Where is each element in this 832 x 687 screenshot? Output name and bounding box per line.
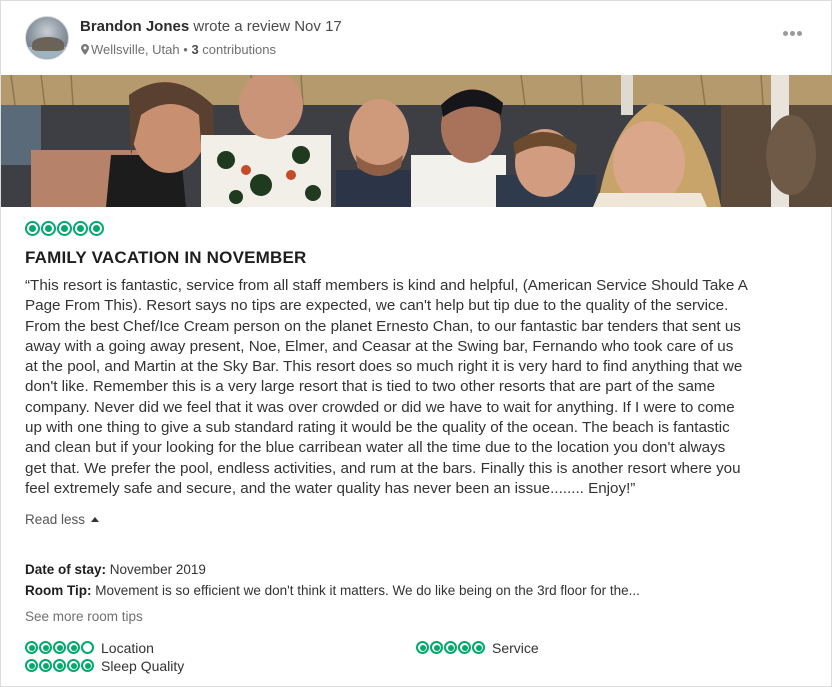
review-photo[interactable] [1, 75, 832, 207]
rating-bubble-filled [67, 659, 80, 672]
rating-bubble-filled [25, 659, 38, 672]
rating-bubble-filled [472, 641, 485, 654]
group-photo-illustration [1, 75, 832, 207]
rating-bubble-filled [458, 641, 471, 654]
review-body-line: away with a going away present, Noe, Elm… [25, 337, 734, 355]
rating-bubble-filled [430, 641, 443, 654]
rating-bubble-filled [53, 641, 66, 654]
review-body-line: and clean but if your looking for the bl… [25, 439, 726, 457]
review-body-line: “This resort is fantastic, service from … [25, 277, 748, 294]
review-body: “This resort is fantastic, service from … [25, 276, 825, 499]
rating-bubble-filled [41, 221, 56, 236]
contributions-count: 3 [191, 42, 199, 57]
review-title[interactable]: FAMILY VACATION IN NOVEMBER [25, 248, 307, 268]
avatar-rock [32, 37, 64, 51]
caret-up-icon [91, 517, 100, 522]
rating-bubble-filled [444, 641, 457, 654]
read-less-label: Read less [25, 512, 86, 527]
date-of-stay-value: November 2019 [109, 562, 206, 577]
review-action-text: wrote a review Nov 17 [193, 18, 342, 35]
reviewer-location: Wellsville, Utah [91, 42, 180, 57]
rating-bubble-filled [73, 221, 88, 236]
rating-bubble-filled [53, 659, 66, 672]
review-body-line: at the pool, and Martin at the Sky Bar. … [25, 358, 743, 376]
contributions-label: contributions [202, 42, 277, 57]
rating-bubble-filled [81, 659, 94, 672]
review-body-line: feel extremely safe and secure, and the … [25, 479, 636, 497]
rating-bubble-filled [39, 659, 52, 672]
location-pin-icon [81, 44, 89, 55]
review-body-line: get that. We prefer the pool, endless ac… [25, 459, 741, 477]
rating-bubble-filled [57, 221, 72, 236]
meta-separator: • [183, 42, 188, 57]
reviewer-avatar[interactable] [25, 16, 69, 60]
date-of-stay: Date of stay: November 2019 [25, 562, 206, 577]
overall-rating [25, 221, 105, 239]
sub-rating-sleep-quality: Sleep Quality [25, 659, 184, 677]
date-of-stay-label: Date of stay: [25, 562, 107, 577]
read-less-button[interactable]: Read less [25, 512, 100, 527]
review-body-line: From the best Chef/Ice Cream person on t… [25, 317, 741, 335]
sub-rating-label: Location [101, 640, 154, 656]
room-tip: Room Tip: Movement is so efficient we do… [25, 583, 640, 598]
rating-bubble-filled [39, 641, 52, 654]
rating-bubble-empty [81, 641, 94, 654]
rating-bubble-filled [25, 641, 38, 654]
room-tip-value: Movement is so efficient we don't think … [95, 583, 640, 598]
reviewer-name[interactable]: Brandon Jones [80, 18, 189, 35]
room-tip-label: Room Tip: [25, 583, 92, 598]
more-options-icon[interactable] [783, 23, 807, 36]
sub-rating-service: Service [416, 641, 539, 659]
sub-rating-label: Sleep Quality [101, 658, 185, 674]
sub-rating-label: Service [492, 640, 539, 656]
see-more-room-tips-link[interactable]: See more room tips [25, 609, 143, 624]
rating-bubble-filled [25, 221, 40, 236]
review-header: Brandon Jones wrote a review Nov 17 Well… [1, 1, 832, 75]
review-card: Brandon Jones wrote a review Nov 17 Well… [0, 0, 832, 687]
reviewer-line: Brandon Jones wrote a review Nov 17 [80, 18, 342, 35]
review-body-line: don't like. Remember this is a very larg… [25, 378, 716, 396]
review-body-line: Page From This). Resort says no tips are… [25, 297, 729, 315]
sub-rating-location: Location [25, 641, 154, 659]
rating-bubble-filled [67, 641, 80, 654]
rating-bubble-filled [89, 221, 104, 236]
review-body-line: up with one thing to give a sub standard… [25, 419, 730, 437]
rating-bubble-filled [416, 641, 429, 654]
reviewer-meta: Wellsville, Utah • 3 contributions [81, 42, 276, 57]
review-body-line: company. Never did we feel that it was o… [25, 398, 735, 416]
